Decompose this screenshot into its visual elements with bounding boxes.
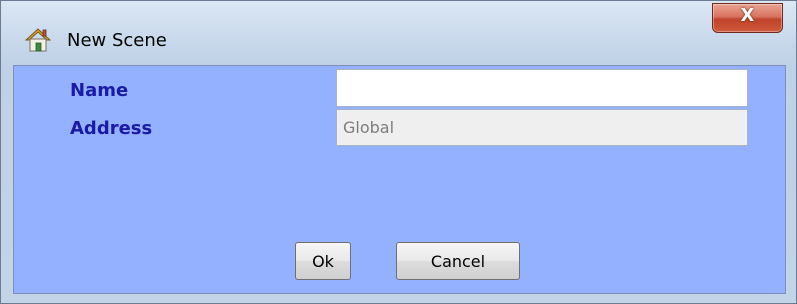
- form-panel: Name Address Ok Cancel: [13, 65, 786, 294]
- name-label: Name: [70, 80, 129, 101]
- home-icon: [24, 27, 52, 53]
- name-input[interactable]: [336, 69, 748, 107]
- ok-button[interactable]: Ok: [295, 242, 351, 280]
- new-scene-dialog: New Scene X Name Address Ok Cancel: [0, 0, 797, 304]
- close-icon: X: [740, 5, 755, 26]
- cancel-button[interactable]: Cancel: [396, 242, 520, 280]
- window-title: New Scene: [67, 30, 167, 51]
- address-label: Address: [70, 118, 153, 139]
- address-field[interactable]: [336, 109, 748, 146]
- close-button[interactable]: X: [712, 3, 783, 33]
- title-bar[interactable]: New Scene X: [1, 1, 796, 65]
